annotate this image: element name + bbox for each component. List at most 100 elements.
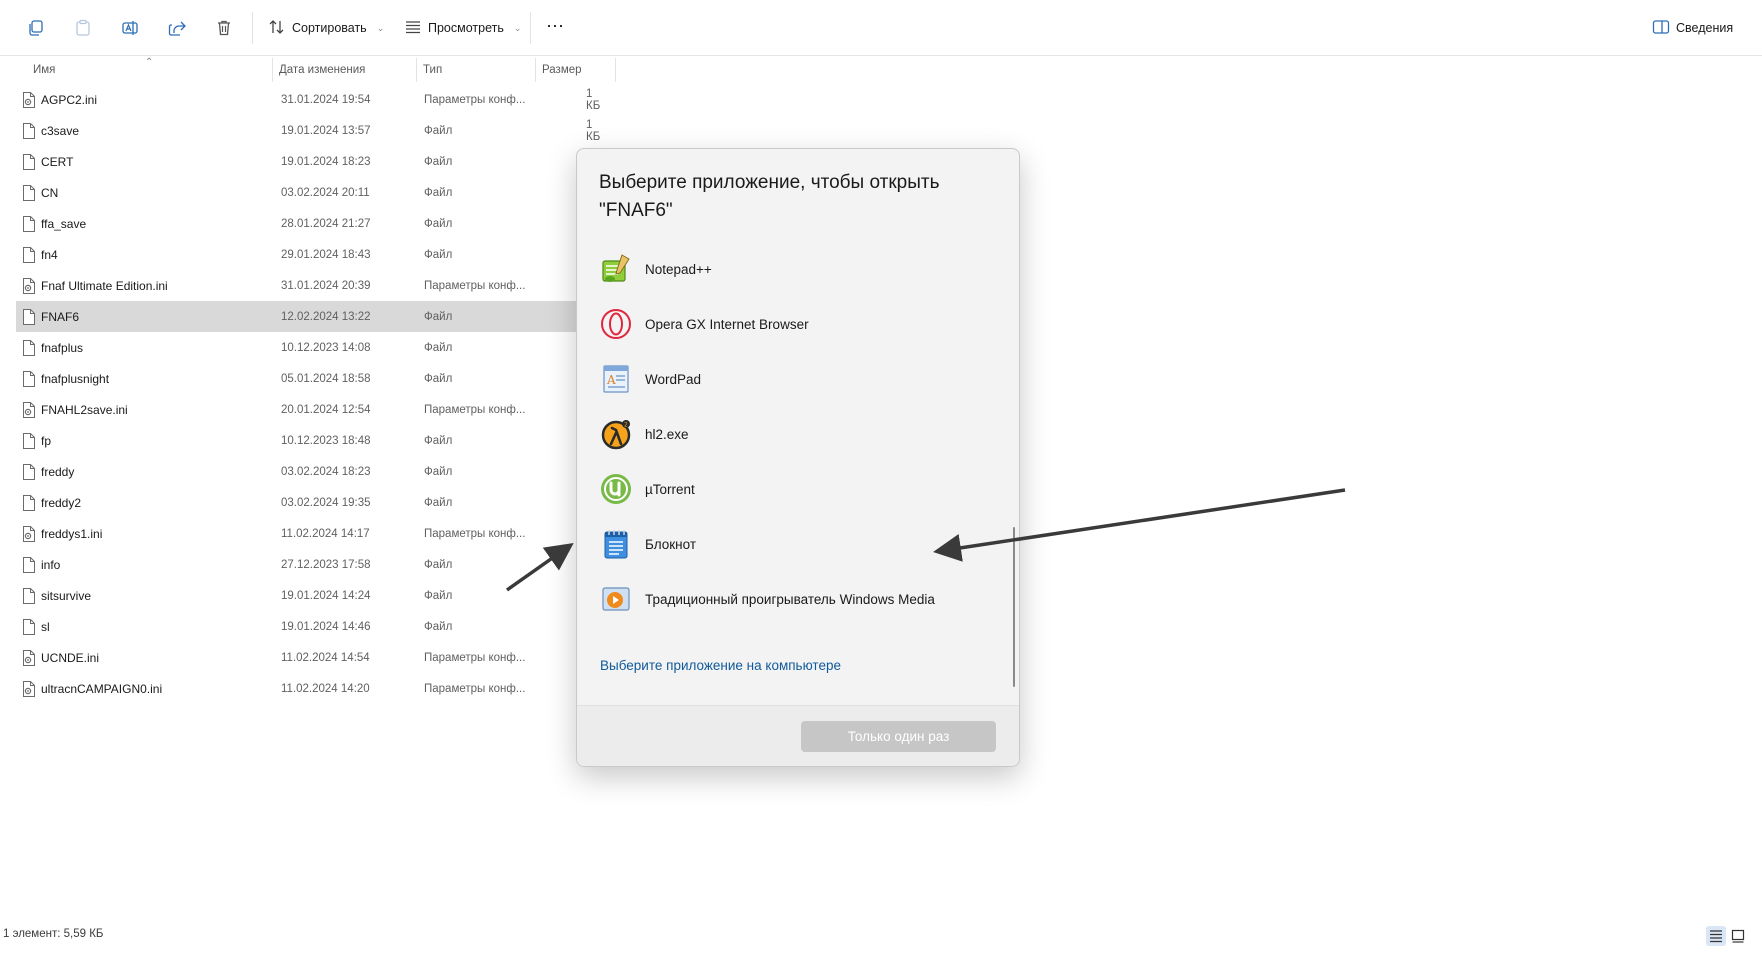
app-label: Блокнот	[645, 536, 697, 552]
column-header-name-label: Имя	[33, 64, 56, 76]
file-type: Файл	[424, 124, 453, 137]
status-text: 1 элемент: 5,59 КБ	[3, 928, 104, 940]
file-row[interactable]: FNAHL2save.ini 20.01.2024 12:54 Параметры …	[16, 394, 582, 425]
file-date: 19.01.2024 18:23	[281, 155, 371, 168]
file-name: FNAF6	[41, 309, 80, 324]
file-icon	[22, 185, 36, 201]
file-type: Файл	[424, 558, 453, 571]
file-name: fnafplus	[41, 340, 84, 355]
paste-icon[interactable]	[71, 16, 95, 40]
file-name: sitsurvive	[41, 588, 92, 603]
file-row[interactable]: fp 10.12.2023 18:48 Файл	[16, 425, 582, 456]
file-row[interactable]: ffa_save 28.01.2024 21:27 Файл	[16, 208, 582, 239]
file-type: Файл	[424, 496, 453, 509]
file-name: ffa_save	[41, 216, 87, 231]
file-row[interactable]: AGPC2.ini 31.01.2024 19:54 Параметры конф.…	[16, 84, 600, 115]
half-life-icon: 2	[599, 417, 633, 451]
file-date: 19.01.2024 14:46	[281, 620, 371, 633]
file-icon	[22, 433, 36, 449]
chevron-down-icon: ⌄	[513, 22, 522, 33]
file-type: Файл	[424, 620, 453, 633]
app-option-utorrent[interactable]: µTorrent	[599, 467, 979, 511]
file-type: Файл	[424, 310, 453, 323]
app-option-opera-gx[interactable]: Opera GX Internet Browser	[599, 302, 979, 346]
utorrent-icon	[599, 472, 633, 506]
file-row[interactable]: FNAF6 12.02.2024 13:22 Файл	[16, 301, 582, 332]
app-option-notepad[interactable]: Блокнот	[599, 522, 979, 566]
config-file-icon	[22, 402, 36, 418]
file-row[interactable]: ultracnCAMPAIGN0.ini 11.02.2024 14:20 Пара…	[16, 673, 582, 704]
rename-icon[interactable]	[118, 16, 142, 40]
column-header-date[interactable]: Дата изменения	[279, 58, 365, 82]
app-option-windows-media-player[interactable]: Традиционный проигрыватель Windows Media	[599, 577, 979, 621]
file-icon	[22, 123, 36, 139]
app-label: hl2.exe	[645, 426, 689, 442]
file-row[interactable]: fn4 29.01.2024 18:43 Файл	[16, 239, 582, 270]
copy-icon[interactable]	[24, 16, 48, 40]
file-date: 19.01.2024 14:24	[281, 589, 371, 602]
svg-text:2: 2	[624, 422, 628, 429]
file-date: 05.01.2024 18:58	[281, 372, 371, 385]
file-date: 10.12.2023 14:08	[281, 341, 371, 354]
file-icon	[22, 557, 36, 573]
file-type: Файл	[424, 186, 453, 199]
file-type: Параметры конф...	[424, 651, 526, 664]
notepad-plus-plus-icon	[599, 252, 633, 286]
file-row[interactable]: CN 03.02.2024 20:11 Файл	[16, 177, 582, 208]
app-option-wordpad[interactable]: A WordPad	[599, 357, 979, 401]
file-row[interactable]: CERT 19.01.2024 18:23 Файл	[16, 146, 582, 177]
just-once-button[interactable]: Только один раз	[801, 721, 996, 752]
details-label: Сведения	[1676, 21, 1734, 35]
choose-app-on-pc-link[interactable]: Выберите приложение на компьютере	[600, 658, 841, 673]
column-header-name[interactable]: Имя	[33, 58, 55, 82]
app-option-notepad-plus-plus[interactable]: Notepad++	[599, 247, 979, 291]
app-option-hl2[interactable]: 2 hl2.exe	[599, 412, 979, 456]
file-row[interactable]: UCNDE.ini 11.02.2024 14:54 Параметры конф.…	[16, 642, 582, 673]
file-row[interactable]: freddy 03.02.2024 18:23 Файл	[16, 456, 582, 487]
share-icon[interactable]	[165, 16, 189, 40]
file-date: 03.02.2024 18:23	[281, 465, 371, 478]
file-type: Параметры конф...	[424, 682, 526, 695]
file-date: 19.01.2024 13:57	[281, 124, 371, 137]
delete-icon[interactable]	[212, 16, 236, 40]
windows-media-player-icon	[599, 582, 633, 616]
details-view-icon[interactable]	[1706, 926, 1726, 946]
file-row[interactable]: freddy2 03.02.2024 19:35 Файл	[16, 487, 582, 518]
dialog-footer: Только один раз	[577, 705, 1019, 766]
file-row[interactable]: fnafplus 10.12.2023 14:08 Файл	[16, 332, 582, 363]
file-date: 29.01.2024 18:43	[281, 248, 371, 261]
details-pane-button[interactable]: Сведения	[1652, 14, 1733, 42]
file-row[interactable]: fnafplusnight 05.01.2024 18:58 Файл	[16, 363, 582, 394]
app-label: µTorrent	[645, 481, 695, 497]
file-name: fp	[41, 433, 52, 448]
column-header-size[interactable]: Размер	[542, 58, 582, 82]
file-name: UCNDE.ini	[41, 650, 100, 665]
file-row[interactable]: freddys1.ini 11.02.2024 14:17 Параметры ко…	[16, 518, 582, 549]
file-type: Параметры конф...	[424, 527, 526, 540]
app-label: Notepad++	[645, 261, 712, 277]
file-type: Файл	[424, 217, 453, 230]
details-pane-icon	[1652, 19, 1670, 38]
file-date: 28.01.2024 21:27	[281, 217, 371, 230]
file-type: Файл	[424, 589, 453, 602]
column-header-size-label: Размер	[542, 64, 582, 76]
file-name: fnafplusnight	[41, 371, 110, 386]
sort-icon	[268, 19, 286, 38]
file-row[interactable]: sl 19.01.2024 14:46 Файл	[16, 611, 582, 642]
file-row[interactable]: sitsurvive 19.01.2024 14:24 Файл	[16, 580, 582, 611]
sort-button[interactable]: Сортировать ⌄	[268, 14, 384, 42]
dialog-scrollbar[interactable]	[1013, 527, 1015, 687]
large-icons-view-icon[interactable]	[1728, 926, 1748, 946]
more-options-icon[interactable]: ⋯	[546, 12, 565, 40]
file-name: AGPC2.ini	[41, 92, 98, 107]
column-header-type[interactable]: Тип	[423, 58, 442, 82]
view-button[interactable]: Просмотреть ⌄	[404, 14, 521, 42]
sort-ascending-icon: ⌃	[145, 56, 154, 68]
file-date: 03.02.2024 20:11	[281, 186, 370, 199]
file-row[interactable]: Fnaf Ultimate Edition.ini 31.01.2024 20:3…	[16, 270, 582, 301]
file-row[interactable]: info 27.12.2023 17:58 Файл	[16, 549, 582, 580]
chevron-down-icon: ⌄	[376, 22, 385, 33]
file-icon	[22, 619, 36, 635]
file-row[interactable]: c3save 19.01.2024 13:57 Файл 1 КБ	[16, 115, 600, 146]
file-size: 1 КБ	[586, 87, 601, 112]
